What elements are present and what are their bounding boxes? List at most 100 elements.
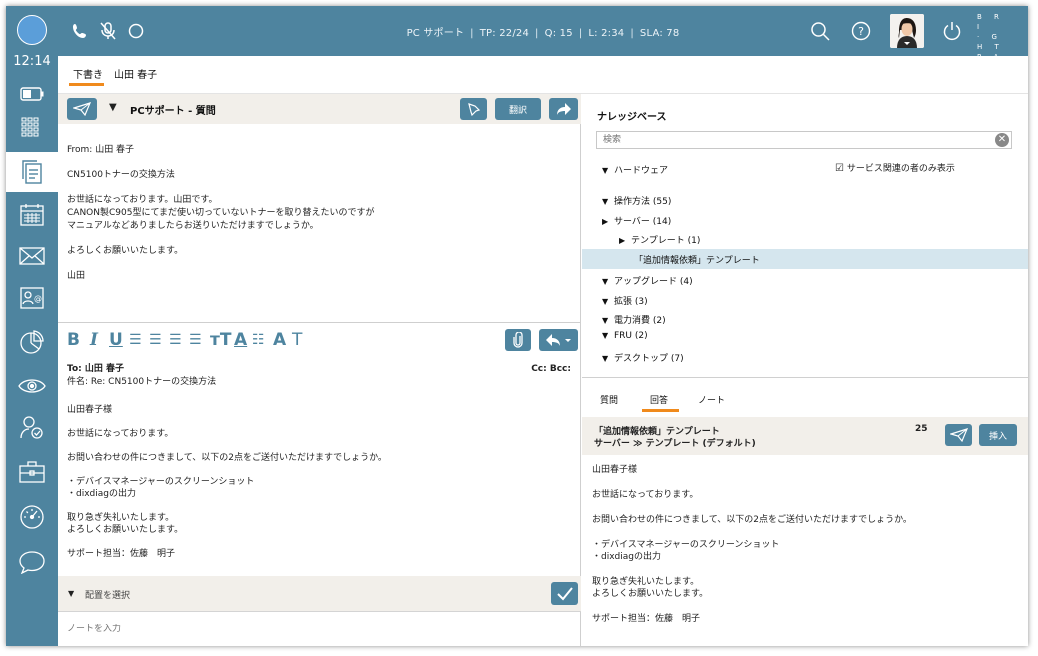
underline-icon[interactable]: U — [109, 330, 123, 350]
cc-bcc-toggle[interactable]: Cc: Bcc: — [531, 363, 571, 376]
tree-item-selected-template[interactable]: 「追加情報依頼」テンプレート — [634, 253, 760, 266]
kb-search-input[interactable] — [596, 131, 1012, 149]
reply-opening: お世話になっております。 — [67, 429, 174, 439]
article-closing: 取り急ぎ失礼いたします。 よろしくお願いいたします。 — [592, 577, 709, 599]
mail-icon — [19, 247, 45, 265]
collapse-icon: ▶ — [619, 236, 626, 245]
expand-icon: ▼ — [602, 354, 609, 363]
reply-body-editor[interactable]: 山田春子様 お世話になっております。 お問い合わせの件につきまして、以下の2点を… — [67, 404, 567, 572]
format-toolbar: B I U ☰ ☰ ☰ ☰ тT A ☷ A T — [58, 322, 581, 358]
app-logo[interactable] — [17, 15, 47, 45]
briefcase-icon — [19, 461, 45, 483]
reply-to[interactable]: To: 山田 春子 — [67, 364, 124, 374]
article-tabs: 質問 回答 ノート — [582, 377, 1028, 417]
article-header: 「追加情報依頼」テンプレート サーバー ≫ テンプレート (デフォルト) 25 … — [582, 417, 1028, 455]
search-icon[interactable] — [810, 21, 830, 41]
nav-mail[interactable] — [6, 236, 58, 276]
expand-icon: ▼ — [602, 316, 609, 325]
user-avatar[interactable] — [890, 14, 924, 48]
font-size-icon[interactable]: тT — [210, 330, 231, 350]
contact-card-icon: @ — [20, 287, 44, 309]
clear-search-icon[interactable]: ✕ — [995, 133, 1009, 147]
help-icon[interactable]: ? — [851, 21, 871, 41]
expand-icon: ▼ — [602, 297, 609, 306]
tab-answer[interactable]: 回答 — [650, 393, 668, 406]
email-message: お世話になっております。山田です。 CANON製C905型にてまだ使い切っていな… — [67, 195, 375, 231]
kb-title: ナレッジベース — [597, 112, 667, 123]
reply-subject[interactable]: 件名: Re: CN5100トナーの交換方法 — [67, 376, 573, 389]
status-bar: PC サポート | TP: 22/24 | Q: 15 | L: 2:34 | SLA: 78 — [406, 28, 680, 39]
insert-button[interactable]: 挿入 — [979, 424, 1017, 446]
tree-item-expansion[interactable]: ▼ 拡張 (3) — [602, 294, 648, 307]
numbered-list-icon[interactable]: ☷ — [252, 332, 265, 348]
align-left-icon[interactable]: ☰ — [149, 332, 162, 348]
email-from: From: 山田 春子 — [67, 145, 135, 155]
clock: 12:14 — [13, 54, 51, 69]
reply-options-button[interactable] — [539, 329, 578, 351]
align-right-icon[interactable]: ☰ — [189, 332, 202, 348]
tree-item-howto[interactable]: ▼ 操作方法 (55) — [602, 194, 671, 207]
tree-item-desktop[interactable]: ▼ デスクトップ (7) — [602, 351, 684, 364]
active-tab-indicator — [69, 83, 104, 86]
tab-draft[interactable]: 下書き — [73, 66, 103, 81]
collapse-icon: ▶ — [602, 217, 609, 226]
nav-dashboard[interactable] — [6, 497, 58, 537]
nav-user-verified[interactable] — [6, 408, 58, 448]
tab-question[interactable]: 質問 — [600, 393, 618, 406]
checkbox-icon: ☑ — [835, 163, 844, 174]
attach-button[interactable] — [505, 329, 531, 351]
translate-button[interactable]: 翻訳 — [495, 98, 541, 120]
pin-button[interactable] — [460, 98, 487, 120]
font-format-icon[interactable]: A — [273, 330, 286, 350]
note-input[interactable] — [67, 624, 567, 634]
article-items: ・デバイスマネージャーのスクリーンショット ・dixdiagの出力 — [592, 540, 780, 562]
send-article-button[interactable] — [945, 424, 972, 446]
text-style-icon[interactable]: T — [292, 330, 302, 350]
align-center-icon[interactable]: ☰ — [169, 332, 182, 348]
service-filter-checkbox[interactable]: ☑ サービス関連の者のみ表示 — [835, 161, 955, 174]
tree-item-hardware[interactable]: ▼ ハードウェア — [602, 163, 668, 176]
nav-reports[interactable] — [6, 322, 58, 362]
collapse-triangle-icon[interactable]: ▼ — [109, 102, 117, 113]
tree-item-power[interactable]: ▼ 電力消費 (2) — [602, 313, 666, 326]
nav-calendar[interactable] — [6, 195, 58, 235]
left-navigation: 12:14 @ — [6, 6, 58, 646]
nav-contacts[interactable]: @ — [6, 278, 58, 318]
nav-monitor[interactable] — [6, 366, 58, 406]
svg-text:@: @ — [34, 294, 42, 303]
submit-button[interactable] — [551, 582, 578, 605]
bullet-list-icon[interactable]: ☰ — [129, 332, 142, 348]
reply-header: To: 山田 春子 Cc: Bcc: 件名: Re: CN5100トナーの交換方… — [67, 363, 573, 389]
tree-item-fru[interactable]: ▼ FRU (2) — [602, 331, 648, 341]
app-window: 12:14 @ PC サポート | TP: 22/24 | Q: 15 | L:… — [6, 6, 1028, 646]
eye-icon — [18, 379, 46, 393]
svg-text:?: ? — [858, 25, 864, 38]
nav-documents[interactable] — [6, 152, 58, 192]
italic-icon[interactable]: I — [90, 330, 98, 350]
font-color-icon[interactable]: A — [234, 330, 247, 350]
tree-item-server[interactable]: ▶ サーバー (14) — [602, 214, 671, 227]
forward-arrow-icon — [556, 103, 571, 115]
nav-chat[interactable] — [6, 542, 58, 582]
email-closing: よろしくお願いいたします。 — [67, 246, 184, 256]
nav-briefcase[interactable] — [6, 452, 58, 492]
calendar-icon — [20, 204, 44, 226]
tree-item-upgrade[interactable]: ▼ アップグレード (4) — [602, 274, 693, 287]
tree-item-template[interactable]: ▶ テンプレート (1) — [619, 233, 700, 246]
disposition-select[interactable]: 配置を選択 — [85, 588, 130, 601]
reply-signature: サポート担当：佐藤 明子 — [67, 549, 176, 559]
expand-icon: ▼ — [602, 277, 609, 286]
send-button[interactable] — [67, 98, 97, 120]
bold-icon[interactable]: B — [67, 330, 80, 350]
disposition-dropdown-icon[interactable]: ▼ — [68, 589, 74, 598]
tab-note[interactable]: ノート — [698, 393, 725, 406]
forward-button[interactable] — [549, 98, 578, 120]
active-tab-indicator — [642, 409, 679, 412]
reply-items: ・デバイスマネージャーのスクリーンショット ・dixdiagの出力 — [67, 477, 255, 499]
status-length: L: 2:34 — [588, 28, 625, 39]
tab-customer[interactable]: 山田 春子 — [114, 66, 157, 81]
power-icon[interactable] — [942, 21, 962, 41]
status-title: PC サポート — [406, 28, 465, 39]
app-grid-icon[interactable] — [6, 108, 58, 148]
expand-icon: ▼ — [602, 331, 609, 340]
